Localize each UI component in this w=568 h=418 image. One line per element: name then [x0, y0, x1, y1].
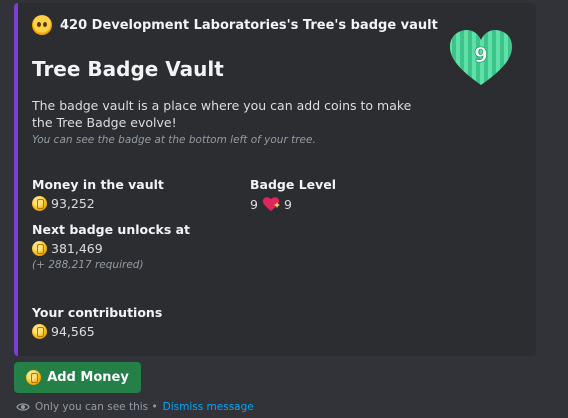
- embed-title: Tree Badge Vault: [32, 57, 224, 81]
- field-money: Money in the vault 93,252: [32, 177, 164, 211]
- coin-icon: [32, 196, 47, 211]
- embed-description: The badge vault is a place where you can…: [32, 98, 412, 130]
- badge-number: 9: [474, 43, 488, 67]
- author-name: 420 Development Laboratories's Tree's ba…: [60, 17, 438, 33]
- coin-icon: [32, 324, 47, 339]
- field-next-name: Next badge unlocks at: [32, 222, 191, 237]
- eye-icon: [16, 403, 30, 411]
- field-level-prefix: 9: [250, 196, 258, 212]
- footer-text: Only you can see this •: [35, 401, 158, 413]
- field-next-value: 381,469: [51, 241, 103, 256]
- field-contrib-value: 94,565: [51, 324, 95, 339]
- field-money-name: Money in the vault: [32, 177, 164, 192]
- field-contrib: Your contributions 94,565: [32, 305, 162, 339]
- field-next: Next badge unlocks at 381,469 (+ 288,217…: [32, 222, 190, 271]
- coin-icon: [32, 241, 47, 256]
- field-money-value: 93,252: [51, 196, 95, 211]
- sparkling-heart-icon: [262, 197, 280, 211]
- dismiss-message-link[interactable]: Dismiss message: [163, 401, 254, 413]
- field-level-suffix: 9: [283, 196, 292, 212]
- field-next-note: (+ 288,217 required): [32, 259, 144, 271]
- field-contrib-name: Your contributions: [32, 305, 163, 320]
- add-money-label: Add Money: [47, 370, 129, 385]
- green-heart-badge-icon: 9: [449, 30, 513, 85]
- coin-icon: [26, 370, 42, 385]
- vault-embed: 420 Development Laboratories's Tree's ba…: [14, 3, 536, 356]
- embed-author: 420 Development Laboratories's Tree's ba…: [32, 15, 438, 35]
- pleading-face-icon: [32, 15, 52, 35]
- field-level-name: Badge Level: [250, 177, 337, 192]
- embed-note: You can see the badge at the bottom left…: [32, 134, 316, 146]
- field-level: Badge Level 9 9: [250, 177, 336, 212]
- add-money-button[interactable]: Add Money: [14, 362, 141, 393]
- ephemeral-footer: Only you can see this • Dismiss message: [16, 401, 254, 413]
